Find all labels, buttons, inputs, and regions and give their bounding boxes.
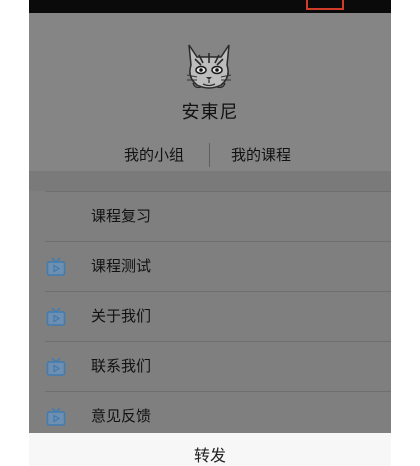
app-screen: 安東尼 我的小组 我的课程 课程复习 课程测试 关于我们 联系我们 意见反馈 转…	[29, 0, 391, 466]
profile-header: 安東尼 我的小组 我的课程	[29, 13, 391, 171]
highlight-box	[306, 0, 344, 10]
avatar[interactable]	[181, 35, 237, 91]
username: 安東尼	[181, 102, 239, 123]
share-button[interactable]: 转发	[29, 433, 391, 466]
menu-item-contact-us[interactable]: 联系我们	[29, 341, 391, 391]
menu-item-course-test[interactable]: 课程测试	[29, 241, 391, 291]
menu-item-label: 联系我们	[91, 357, 152, 375]
share-label: 转发	[193, 446, 226, 465]
menu-item-label: 课程测试	[91, 257, 152, 275]
tv-icon	[46, 357, 66, 376]
tv-icon	[46, 257, 66, 276]
my-groups-link[interactable]: 我的小组	[124, 143, 184, 167]
profile-links: 我的小组 我的课程	[29, 143, 391, 167]
status-bar	[29, 0, 391, 13]
my-courses-link[interactable]: 我的课程	[231, 143, 291, 167]
tv-icon	[46, 307, 66, 326]
menu-item-label: 课程复习	[91, 207, 152, 225]
divider	[209, 143, 210, 167]
menu-item-course-review[interactable]: 课程复习	[29, 191, 391, 241]
menu-item-about-us[interactable]: 关于我们	[29, 291, 391, 341]
tv-icon	[46, 407, 66, 426]
section-spacer	[29, 171, 391, 191]
menu-item-label: 关于我们	[91, 307, 152, 325]
